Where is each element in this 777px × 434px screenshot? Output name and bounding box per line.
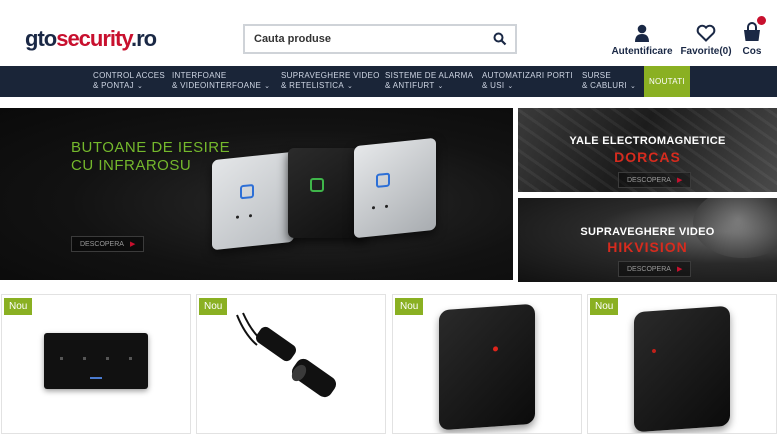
cart-label: Cos bbox=[742, 46, 762, 57]
nav-item-supraveghere-video[interactable]: SUPRAVEGHERE VIDEO & RETELISTICA ⌄ bbox=[281, 71, 380, 92]
nav-item-line1: SUPRAVEGHERE VIDEO bbox=[281, 71, 380, 80]
product-card[interactable]: Nou bbox=[196, 294, 386, 434]
product-card[interactable]: Nou bbox=[587, 294, 777, 434]
chevron-down-icon: ⌄ bbox=[629, 83, 637, 90]
site-header: gtosecurity.ro Autentificare Favorite(0)… bbox=[0, 0, 777, 66]
nav-item-line1: SISTEME DE ALARMA bbox=[385, 71, 474, 80]
led-dots bbox=[372, 204, 388, 211]
nav-item-sisteme-alarma[interactable]: SISTEME DE ALARMA & ANTIFURT ⌄ bbox=[385, 71, 473, 92]
cart-link[interactable]: Cos bbox=[738, 16, 766, 57]
nav-item-line1: AUTOMATIZARI PORTI bbox=[482, 71, 573, 80]
product-card[interactable]: Nou bbox=[392, 294, 582, 434]
site-logo[interactable]: gtosecurity.ro bbox=[25, 26, 157, 52]
nav-item-line2: & ANTIFURT bbox=[385, 81, 435, 90]
chevron-down-icon: ⌄ bbox=[507, 83, 514, 90]
cta-label: DESCOPERA bbox=[627, 176, 671, 184]
chevron-down-icon: ⌄ bbox=[136, 83, 144, 90]
exit-button-plate-silver bbox=[354, 137, 436, 239]
hand-icon bbox=[240, 183, 254, 200]
heart-icon bbox=[678, 18, 734, 42]
nav-item-automatizari[interactable]: AUTOMATIZARI PORTI & USI ⌄ bbox=[482, 71, 573, 92]
nav-item-line1: CONTROL ACCES bbox=[93, 71, 166, 80]
search-box bbox=[243, 24, 517, 54]
search-input[interactable] bbox=[245, 26, 485, 52]
nav-item-line1: SURSE bbox=[582, 71, 612, 80]
nav-item-line2: & PONTAJ bbox=[93, 81, 134, 90]
side-banner-hikvision[interactable]: SUPRAVEGHERE VIDEO HIKVISION DESCOPERA ▶ bbox=[518, 198, 777, 282]
logo-text-ro: .ro bbox=[130, 26, 157, 51]
nav-item-line1: INTERFOANE bbox=[172, 71, 227, 80]
cta-label: DESCOPERA bbox=[627, 265, 671, 273]
nav-item-line2: & USI bbox=[482, 81, 505, 90]
account-label: Autentificare bbox=[611, 46, 673, 57]
product-card[interactable]: Nou bbox=[1, 294, 191, 434]
nav-item-line2: & CABLURI bbox=[582, 81, 627, 90]
favorites-label: Favorite(0) bbox=[680, 46, 732, 57]
banner-title-line2: CU INFRAROSU bbox=[71, 157, 192, 174]
arrow-right-icon: ▶ bbox=[129, 241, 136, 248]
brand-logo-hikvision: HIKVISION bbox=[607, 239, 688, 255]
product-image-card-reader bbox=[634, 305, 730, 433]
cta-label: DESCOPERA bbox=[80, 240, 124, 248]
chevron-down-icon: ⌄ bbox=[437, 83, 444, 90]
nav-item-noutati[interactable]: NOUTATI bbox=[644, 66, 690, 97]
brand-logo-dorcas: DORCAS bbox=[614, 149, 681, 165]
nav-item-line2: & RETELISTICA bbox=[281, 81, 345, 90]
favorites-link[interactable]: Favorite(0) bbox=[678, 18, 734, 57]
status-led bbox=[493, 346, 498, 352]
main-promo-banner[interactable]: BUTOANE DE IESIRE CU INFRAROSU DESCOPERA… bbox=[0, 108, 513, 280]
banner-cta-button[interactable]: DESCOPERA ▶ bbox=[71, 236, 145, 252]
product-image-touch-panel bbox=[44, 333, 148, 389]
nav-item-surse[interactable]: SURSE & CABLURI ⌄ bbox=[582, 71, 636, 92]
new-badge: Nou bbox=[395, 298, 424, 315]
search-icon[interactable] bbox=[493, 32, 507, 46]
chevron-down-icon: ⌄ bbox=[264, 83, 271, 90]
side-banner-title: YALE ELECTROMAGNETICE bbox=[569, 135, 726, 147]
hand-icon bbox=[310, 178, 324, 192]
banner-title-line1: BUTOANE DE IESIRE bbox=[71, 139, 231, 156]
hand-icon bbox=[376, 172, 390, 188]
product-image-magnetic-contact bbox=[197, 295, 385, 425]
side-banner-cta[interactable]: DESCOPERA ▶ bbox=[618, 261, 692, 277]
arrow-right-icon: ▶ bbox=[676, 266, 683, 273]
brand-mark bbox=[90, 377, 102, 379]
nav-item-line2: & VIDEOINTERFOANE bbox=[172, 81, 262, 90]
banner-title: BUTOANE DE IESIRE CU INFRAROSU bbox=[71, 139, 230, 175]
cart-icon bbox=[738, 16, 766, 42]
nav-item-interfoane[interactable]: INTERFOANE & VIDEOINTERFOANE ⌄ bbox=[172, 71, 270, 92]
touch-indicators bbox=[60, 357, 132, 360]
side-banner-yale[interactable]: YALE ELECTROMAGNETICE DORCAS DESCOPERA ▶ bbox=[518, 108, 777, 192]
side-banner-cta[interactable]: DESCOPERA ▶ bbox=[618, 172, 692, 188]
logo-text-gto: gto bbox=[25, 26, 57, 51]
user-icon bbox=[610, 18, 674, 42]
nav-item-control-acces[interactable]: CONTROL ACCES & PONTAJ ⌄ bbox=[93, 71, 165, 92]
exit-button-plate-gray bbox=[212, 151, 294, 251]
status-led bbox=[652, 348, 656, 354]
cart-count-dot bbox=[757, 16, 766, 25]
led-dots bbox=[236, 214, 252, 220]
chevron-down-icon: ⌄ bbox=[347, 83, 354, 90]
new-badge: Nou bbox=[4, 298, 33, 315]
new-badge: Nou bbox=[590, 298, 619, 315]
product-image-card-reader bbox=[439, 303, 535, 431]
side-banner-title: SUPRAVEGHERE VIDEO bbox=[580, 226, 715, 238]
arrow-right-icon: ▶ bbox=[676, 177, 683, 184]
logo-text-security: security bbox=[56, 26, 132, 51]
account-link[interactable]: Autentificare bbox=[610, 18, 674, 57]
